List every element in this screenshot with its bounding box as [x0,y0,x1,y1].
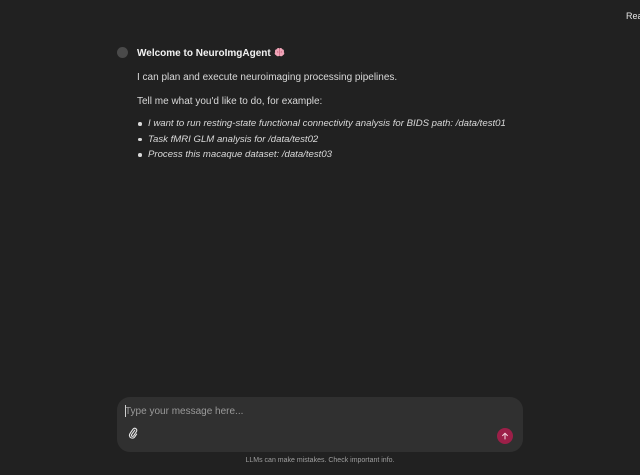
assistant-avatar [117,47,128,58]
prompt-text: Tell me what you'd like to do, for examp… [137,96,323,107]
example-text: I want to run resting-state functional c… [148,118,506,129]
example-text: Task fMRI GLM analysis for /data/test02 [148,133,319,145]
chat-page: Ready Welcome to NeuroImgAgent I can pla… [0,0,640,475]
chat-thread: Welcome to NeuroImgAgent I can plan and … [117,46,537,163]
example-text: Process this macaque dataset: /data/test… [148,149,332,160]
assistant-message: Welcome to NeuroImgAgent I can plan and … [137,46,537,163]
paperclip-icon [128,426,138,444]
list-item: I want to run resting-state functional c… [137,116,537,132]
message-title-row: Welcome to NeuroImgAgent [137,46,537,61]
bullet-icon [138,137,142,141]
message-title: Welcome to NeuroImgAgent [137,48,271,59]
brain-icon [274,47,285,62]
intro-text: I can plan and execute neuroimaging proc… [137,72,398,83]
send-button[interactable] [497,428,513,444]
text-caret [125,405,126,417]
example-list: I want to run resting-state functional c… [137,116,537,163]
attach-button[interactable] [126,426,140,444]
bullet-icon [138,153,142,157]
status-indicator: Ready [626,11,640,21]
footer-disclaimer: LLMs can make mistakes. Check important … [245,457,395,464]
bullet-icon [138,122,142,126]
list-item: Process this macaque dataset: /data/test… [137,147,537,163]
list-item: Task fMRI GLM analysis for /data/test02 [137,132,537,148]
message-input[interactable] [125,404,505,418]
arrow-up-icon [501,427,509,445]
message-composer [117,397,523,452]
